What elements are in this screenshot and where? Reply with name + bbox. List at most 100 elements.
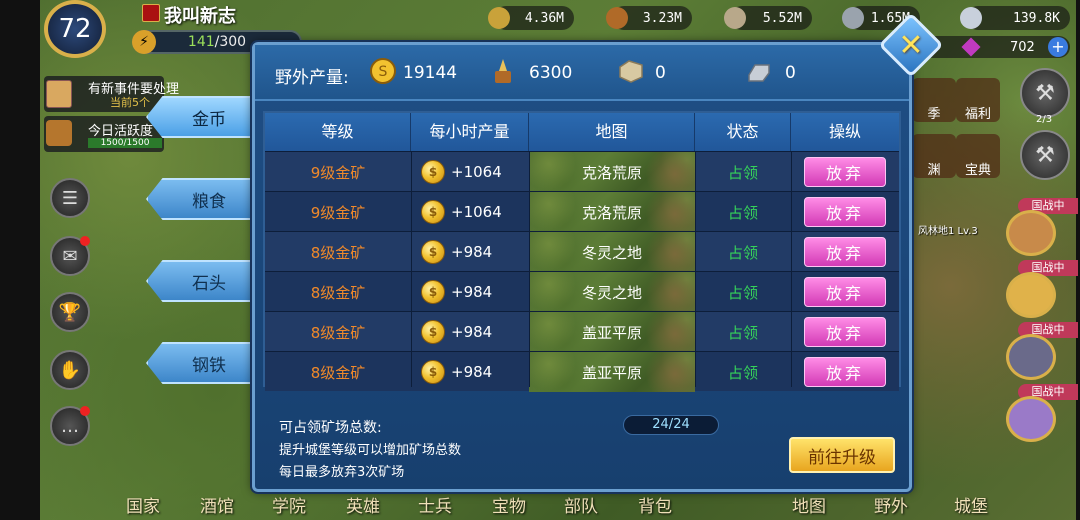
notification-dot [80, 406, 90, 416]
trophy-button[interactable]: 🏆 [50, 292, 90, 332]
abandon-button[interactable]: 放弃 [804, 237, 886, 267]
hammer-button[interactable]: ⚒ [1020, 68, 1070, 118]
resource-food[interactable]: 3.23M [606, 6, 692, 30]
war-badge[interactable]: 国战中 [1006, 260, 1078, 318]
action-cell: 放弃 [791, 192, 899, 232]
nav-country[interactable]: 国家 [126, 492, 160, 517]
player-name: 我叫新志 [164, 6, 236, 27]
gold-coin-icon: $ [421, 200, 445, 224]
mail-icon: ✉ [62, 245, 78, 267]
column-divider [791, 151, 792, 387]
bottom-nav: 国家 酒馆 学院 英雄 士兵 宝物 部队 背包 地图 野外 城堡 [40, 488, 1076, 520]
col-action: 操纵 [828, 122, 861, 141]
page-indicator: 2/3 [1036, 114, 1053, 125]
scroll-icon [46, 80, 72, 108]
hero-portrait [1006, 396, 1056, 442]
col-map: 地图 [529, 113, 695, 151]
mail-button[interactable]: ✉ [50, 236, 90, 276]
energy-current: 141 [187, 34, 215, 50]
nav-bag[interactable]: 背包 [638, 492, 672, 517]
resource-silver[interactable]: 139.8K [960, 6, 1070, 30]
table-row: 8级金矿 $ +984 盖亚平原 占领 放弃 [265, 311, 899, 352]
resource-gold[interactable]: 4.36M [488, 6, 574, 30]
mine-status: 占领 [727, 323, 758, 342]
nav-troops[interactable]: 部队 [564, 492, 598, 517]
action-cell: 放弃 [791, 152, 899, 192]
resource-silver-value: 139.8K [1013, 10, 1060, 26]
go-upgrade-button[interactable]: 前往升级 [789, 437, 895, 473]
tab-food[interactable]: 粮食 [146, 178, 264, 220]
gold-coin-icon: $ [421, 280, 445, 304]
abandon-limit-tip: 每日最多放弃3次矿场 [279, 465, 405, 480]
war-badge[interactable]: 国战中 [1006, 198, 1078, 256]
gem-icon [961, 37, 981, 57]
event-notice[interactable]: 有新事件要处理 当前5个 [44, 76, 179, 112]
abandon-button[interactable]: 放弃 [804, 157, 886, 187]
add-gems-button[interactable]: + [1048, 37, 1068, 57]
close-icon[interactable]: ✕ [888, 22, 934, 68]
column-divider [411, 151, 412, 387]
tab-iron[interactable]: 钢铁 [146, 342, 264, 384]
welfare-button[interactable]: 福利 [956, 78, 1000, 122]
tab-stone[interactable]: 石头 [146, 260, 264, 302]
list-icon: ☰ [61, 187, 79, 209]
resource-stone[interactable]: 5.52M [724, 6, 812, 30]
mine-level: 9级金矿 [310, 163, 366, 182]
handshake-icon: ✋ [58, 359, 82, 381]
production-value: +984 [451, 243, 493, 261]
nav-castle[interactable]: 城堡 [954, 492, 988, 517]
mine-production: $ +984 [411, 232, 529, 272]
nav-academy[interactable]: 学院 [272, 492, 306, 517]
field-stone-value: 0 [655, 63, 666, 83]
war-badge[interactable]: 国战中 [1006, 322, 1078, 380]
player-level-avatar[interactable]: 72 [44, 0, 106, 58]
nav-soldiers[interactable]: 士兵 [418, 492, 452, 517]
production-value: +984 [451, 363, 493, 381]
production-value: +1064 [451, 163, 502, 181]
tab-gold[interactable]: 金币 [146, 96, 264, 138]
nav-wild[interactable]: 野外 [874, 492, 908, 517]
nav-treasure[interactable]: 宝物 [492, 492, 526, 517]
gold-coin-icon: $ [421, 160, 445, 184]
nav-tavern[interactable]: 酒馆 [200, 492, 234, 517]
table-body: 9级金矿 $ +1064 克洛荒原 占领 放弃 9级金矿 $ +1064 克洛荒原 … [265, 151, 899, 392]
daily-activity[interactable]: 今日活跃度 1500/1500 [44, 116, 164, 152]
list-button[interactable]: ☰ [50, 178, 90, 218]
table-header: 等级 每小时产量 地图 状态 操纵 [265, 113, 899, 151]
treasure-chest-icon [46, 120, 72, 146]
resource-gold-value: 4.36M [524, 10, 564, 26]
abandon-button[interactable]: 放弃 [804, 197, 886, 227]
hero-portrait [1006, 272, 1056, 318]
nav-heroes[interactable]: 英雄 [346, 492, 380, 517]
hammer-icon: ⚒ [1035, 80, 1055, 106]
abyss-button[interactable]: 渊 [912, 134, 956, 178]
nav-map[interactable]: 地图 [792, 492, 826, 517]
activity-progress: 1500/1500 [88, 138, 162, 148]
mine-status: 占领 [727, 283, 758, 302]
notification-dot [80, 236, 90, 246]
wheat-icon [495, 59, 511, 83]
abandon-button[interactable]: 放弃 [804, 277, 886, 307]
mine-capacity-label: 可占领矿场总数: [279, 420, 382, 436]
field-output-label: 野外产量: [275, 68, 349, 88]
player-level: 72 [58, 14, 92, 44]
codex-button[interactable]: 宝典 [956, 134, 1000, 178]
action-cell: 放弃 [791, 272, 899, 312]
stone-icon [724, 7, 746, 29]
mine-table: 等级 每小时产量 地图 状态 操纵 9级金矿 $ +1064 克洛荒原 占领 放弃… [263, 111, 901, 392]
mine-map: 克洛荒原 [529, 192, 695, 232]
abandon-button[interactable]: 放弃 [804, 317, 886, 347]
abandon-button[interactable]: 放弃 [804, 357, 886, 387]
build-button[interactable]: ⚒ [1020, 130, 1070, 180]
svg-text:S: S [379, 64, 388, 80]
alliance-button[interactable]: ✋ [50, 350, 90, 390]
mine-production: $ +984 [411, 312, 529, 352]
season-button[interactable]: 季 [912, 78, 956, 122]
war-badge[interactable]: 国战中 [1006, 384, 1078, 442]
action-cell: 放弃 [791, 232, 899, 272]
stone-icon [619, 60, 643, 83]
chat-button[interactable]: … [50, 406, 90, 446]
gems-bar[interactable]: 702 + [920, 36, 1070, 58]
mine-map: 冬灵之地 [529, 272, 695, 312]
mine-map: 冬灵之地 [529, 232, 695, 272]
